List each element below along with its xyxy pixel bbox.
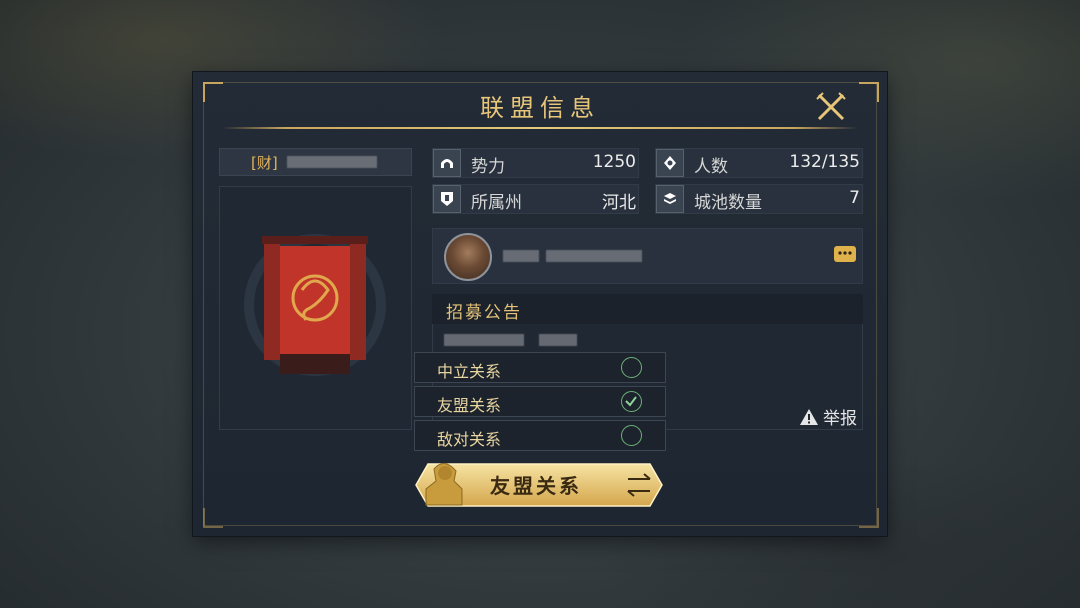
relation-option-hostile[interactable]: 敌对关系 (414, 420, 666, 451)
relation-option-alliance[interactable]: 友盟关系 (414, 386, 666, 417)
corner-ornament (859, 508, 879, 528)
stat-value: 河北 (602, 193, 636, 213)
alliance-name-tag: [财] (251, 154, 278, 172)
title-divider (222, 127, 858, 129)
stat-label: 城池数量 (694, 193, 762, 213)
crossed-swords-icon (816, 92, 846, 121)
stat-value: 132/135 (789, 152, 860, 172)
corner-ornament (203, 82, 223, 102)
members-icon (656, 149, 684, 177)
leader-name-redacted (503, 250, 539, 262)
chat-bubble-icon[interactable] (834, 246, 856, 262)
radio-circle-icon (621, 425, 642, 446)
corner-ornament (203, 508, 223, 528)
cities-icon (656, 185, 684, 213)
region-icon (433, 185, 461, 213)
leader-avatar[interactable] (444, 233, 492, 281)
relation-option-label: 友盟关系 (437, 396, 502, 415)
leader-row (432, 228, 863, 284)
leader-name-redacted (546, 250, 642, 262)
relation-button-label: 友盟关系 (490, 474, 582, 498)
warning-triangle-icon (800, 408, 818, 425)
report-button[interactable]: 举报 (799, 404, 857, 429)
stat-label: 人数 (694, 157, 728, 177)
stat-label: 所属州 (471, 193, 522, 213)
notice-title: 招募公告 (446, 303, 522, 323)
checkmark-icon (621, 391, 642, 412)
corner-ornament (859, 82, 879, 102)
radio-circle-icon (621, 357, 642, 378)
dialog-title: 联盟信息 (480, 94, 600, 122)
general-portrait-icon (425, 463, 463, 506)
stat-value: 1250 (592, 152, 636, 172)
notice-text-redacted (444, 334, 524, 346)
power-icon (433, 149, 461, 177)
report-label: 举报 (823, 409, 857, 429)
notice-text-redacted (539, 334, 577, 346)
stat-label: 势力 (471, 157, 505, 177)
relation-option-neutral[interactable]: 中立关系 (414, 352, 666, 383)
alliance-flag-icon (244, 234, 386, 376)
relation-option-label: 中立关系 (437, 362, 502, 381)
stat-value: 7 (849, 188, 860, 208)
alliance-name-redacted (287, 156, 377, 168)
close-button[interactable] (814, 90, 848, 124)
relation-option-label: 敌对关系 (437, 430, 502, 449)
